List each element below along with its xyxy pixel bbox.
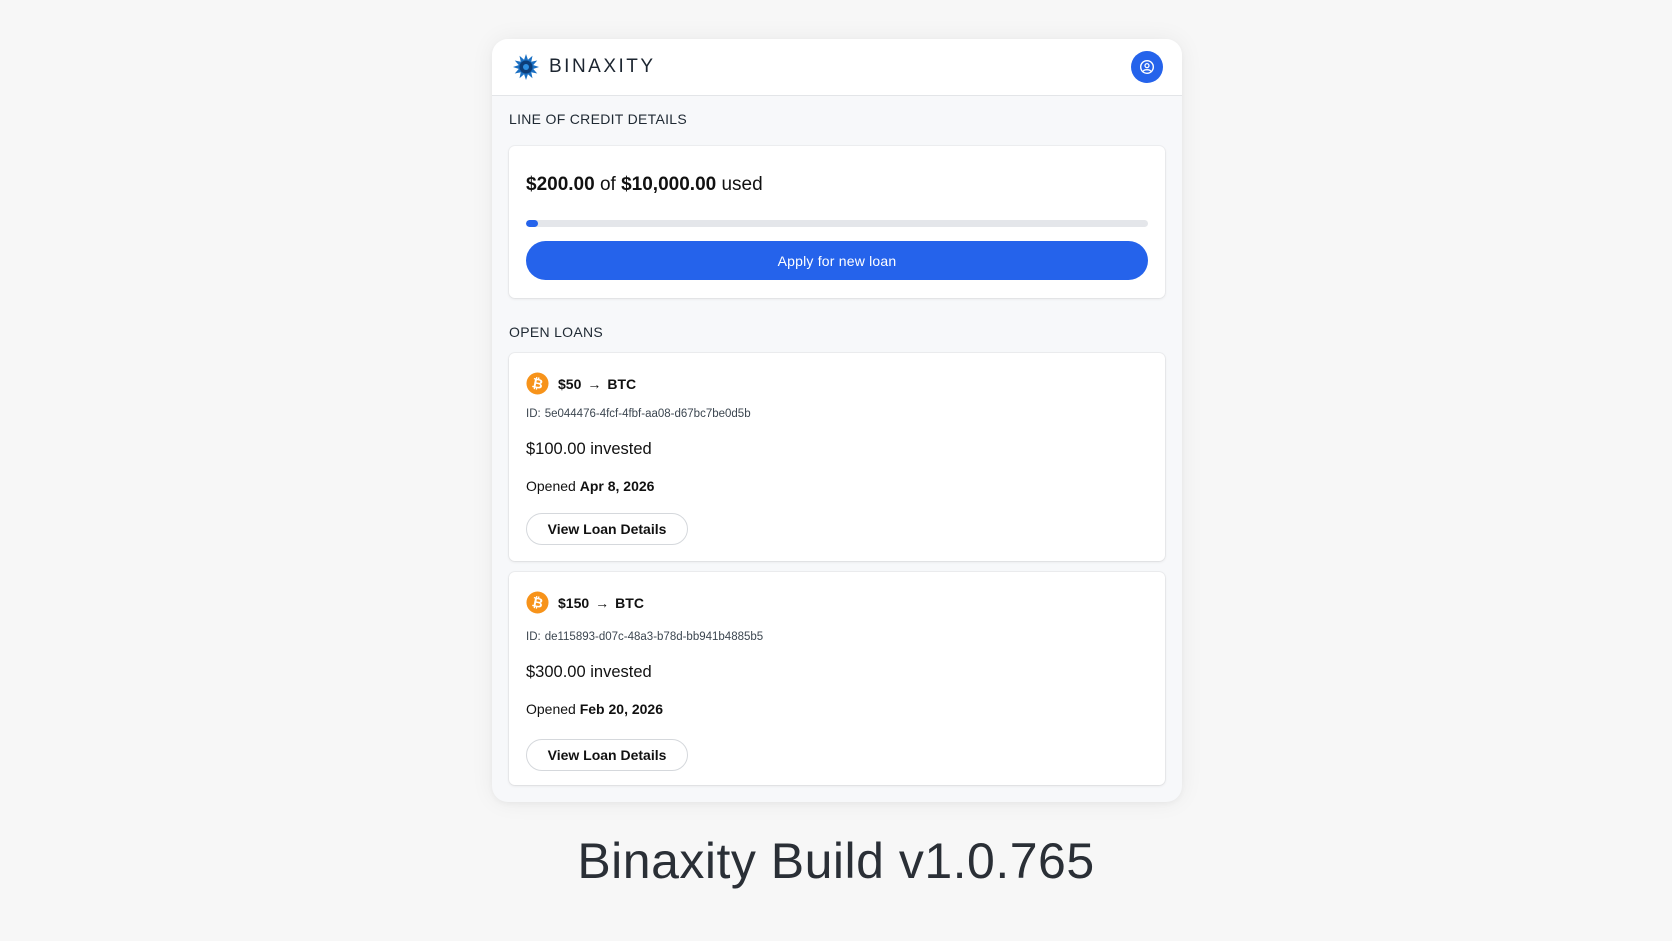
view-loan-details-button[interactable]: View Loan Details: [526, 739, 688, 771]
loan-opened-date: Feb 20, 2026: [579, 701, 663, 717]
credit-summary: $200.00 of $10,000.00 used: [526, 174, 763, 196]
loan-opened-date: Apr 8, 2026: [579, 478, 655, 494]
loan-id: ID: 5e044476-4fcf-4fbf-aa08-d67bc7be0d5b: [526, 408, 751, 420]
profile-button[interactable]: [1131, 51, 1163, 83]
loan-id-value: de115893-d07c-48a3-b78d-bb941b4885b5: [544, 631, 764, 643]
brand-name: BINAXITY: [549, 56, 656, 77]
loan-header: ₿ $50 → BTC: [526, 372, 636, 395]
loan-header: ₿ $150 → BTC: [526, 591, 644, 614]
loan-card: ₿ $150 → BTC ID: de115893-d07c-48a3-b78d-…: [509, 572, 1165, 785]
app-header: BINAXITY: [492, 39, 1182, 96]
arrow-right-icon: →: [595, 594, 610, 611]
loan-id-value: 5e044476-4fcf-4fbf-aa08-d67bc7be0d5b: [544, 408, 751, 420]
loan-id-prefix: ID:: [526, 408, 541, 420]
loan-invested: $100.00 invested: [526, 440, 652, 458]
credit-limit-amount: $10,000.00: [621, 174, 717, 195]
arrow-right-icon: →: [587, 375, 602, 392]
loan-card: ₿ $50 → BTC ID: 5e044476-4fcf-4fbf-aa08-d…: [509, 353, 1165, 561]
open-loans-section-title: OPEN LOANS: [509, 324, 604, 340]
loan-asset: BTC: [615, 594, 644, 611]
app-window: BINAXITY LINE OF CREDIT DETAILS $200.00 …: [492, 39, 1182, 802]
loan-opened-label: Opened: [526, 701, 576, 717]
loan-amount: $150: [558, 594, 590, 611]
loan-amount: $50: [558, 375, 582, 392]
loan-invested: $300.00 invested: [526, 663, 652, 681]
credit-used-amount: $200.00: [526, 174, 595, 195]
credit-card: $200.00 of $10,000.00 used Apply for new…: [509, 146, 1165, 298]
loan-opened-label: Opened: [526, 478, 576, 494]
credit-of-label: of: [599, 174, 616, 195]
loan-asset: BTC: [607, 375, 637, 392]
apply-new-loan-button[interactable]: Apply for new loan: [526, 241, 1148, 280]
brand[interactable]: BINAXITY: [512, 53, 656, 81]
binaxity-logo-icon: [513, 54, 539, 80]
credit-progress-fill: [526, 220, 539, 227]
build-version-caption: Binaxity Build v1.0.765: [577, 833, 1095, 889]
loan-opened: Opened Apr 8, 2026: [526, 478, 654, 494]
loan-opened: Opened Feb 20, 2026: [526, 701, 663, 717]
credit-progress-bar: [526, 220, 1148, 227]
bitcoin-icon: ₿: [526, 372, 549, 395]
bitcoin-icon: ₿: [526, 591, 549, 614]
loan-id-prefix: ID:: [526, 631, 541, 643]
view-loan-details-button[interactable]: View Loan Details: [526, 513, 688, 545]
user-circle-icon: [1139, 59, 1155, 75]
credit-section-title: LINE OF CREDIT DETAILS: [509, 111, 688, 127]
credit-used-label: used: [721, 174, 763, 195]
loan-id: ID: de115893-d07c-48a3-b78d-bb941b4885b5: [526, 631, 763, 643]
